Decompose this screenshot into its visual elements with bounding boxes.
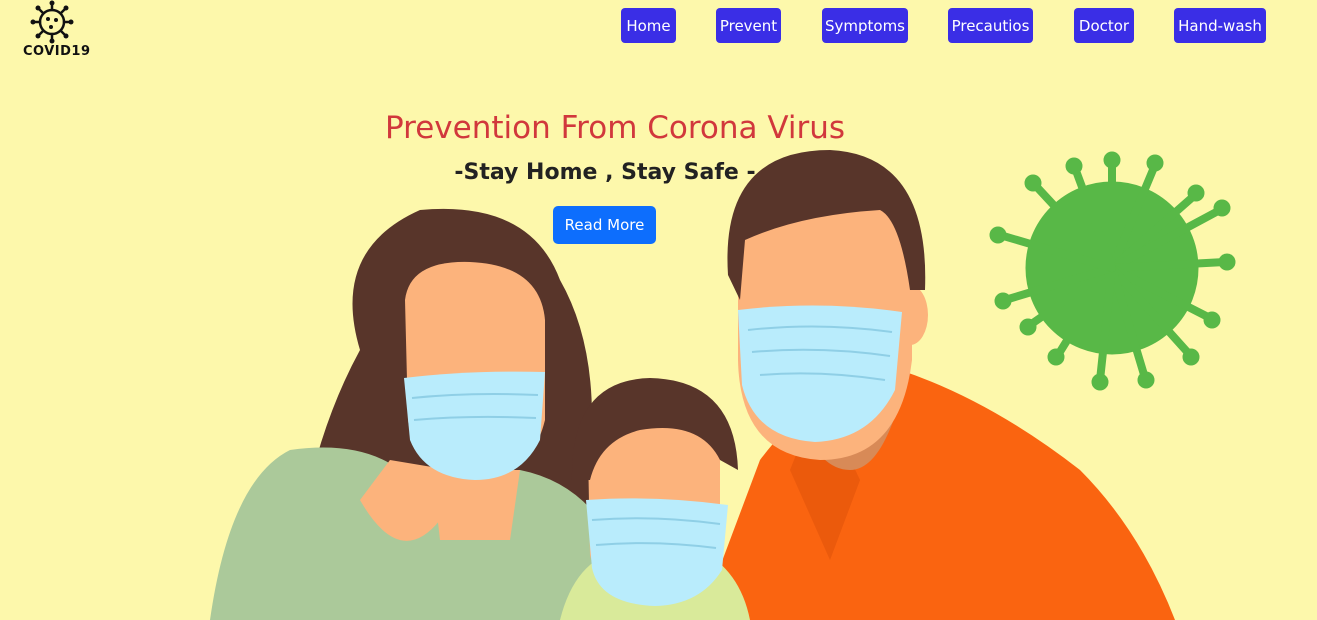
brand-logo[interactable]: COVID19 bbox=[22, 0, 90, 60]
hero-subtitle: -Stay Home , Stay Safe - bbox=[454, 160, 756, 185]
virus-logo-icon bbox=[30, 0, 74, 44]
nav-hand-wash-button[interactable]: Hand-wash bbox=[1174, 8, 1266, 43]
hero-title: Prevention From Corona Virus bbox=[385, 110, 846, 146]
nav-precautions-button[interactable]: Precautios bbox=[948, 8, 1033, 43]
coronavirus-icon bbox=[989, 151, 1236, 391]
family-masks-illustration bbox=[210, 150, 1236, 620]
nav-symptoms-button[interactable]: Symptoms bbox=[822, 8, 908, 43]
logo-text: COVID19 bbox=[23, 44, 91, 59]
nav-home-button[interactable]: Home bbox=[621, 8, 676, 43]
woman-figure bbox=[210, 208, 620, 620]
read-more-button[interactable]: Read More bbox=[553, 206, 656, 244]
nav-doctor-button[interactable]: Doctor bbox=[1074, 8, 1134, 43]
nav-prevent-button[interactable]: Prevent bbox=[716, 8, 781, 43]
